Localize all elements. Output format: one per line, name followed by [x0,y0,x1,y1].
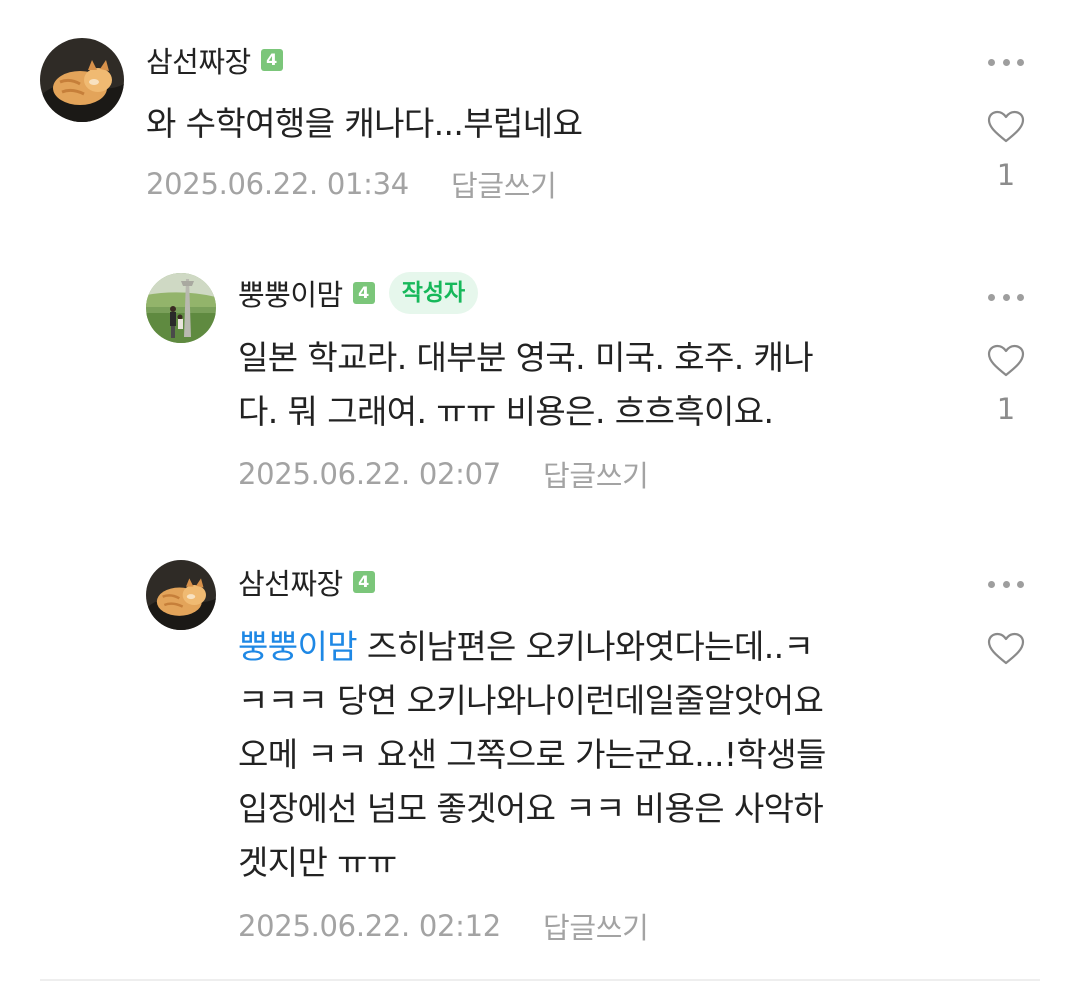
dot [988,58,995,66]
nickname[interactable]: 삼선짜장 [146,39,251,81]
comment-header: 삼선짜장 4 [146,40,283,80]
heart-outline-icon [987,632,1025,665]
author-badge: 작성자 [388,272,479,314]
comment-line: 뿡뿡이맘 즈히남편은 오키나와엿다는데..ㅋ [238,620,826,674]
comment-line: 와 수학여행을 캐나다...부럽네요 [146,104,583,143]
nickname[interactable]: 삼선짜장 [238,561,343,603]
comment-text: 와 수학여행을 캐나다...부럽네요 [146,97,583,151]
level-badge: 4 [260,49,283,71]
comment-line: 다. 뭐 그래여. ㅠㅠ 비용은. 흐흐흑이요. [238,392,774,431]
cat-avatar-image [40,38,124,122]
avatar[interactable] [146,560,216,630]
comment-date: 2025.06.22. 01:34 [146,167,409,201]
comment-meta: 2025.06.22. 02:12 답글쓰기 [238,905,649,947]
level-badge: 4 [352,282,375,304]
comment-line: 입장에선 넘모 좋겟어요 ㅋㅋ 비용은 사악하 [238,789,824,828]
dot [1002,293,1010,301]
like-count: 1 [996,158,1016,192]
comment-line: 일본 학교라. 대부분 영국. 미국. 호주. 캐나 [238,338,814,377]
reply-button[interactable]: 답글쓰기 [543,453,649,495]
comment-meta: 2025.06.22. 01:34 답글쓰기 [146,163,557,205]
dot [1017,293,1024,301]
cat-avatar-image [146,560,216,630]
like-button[interactable]: 1 [985,110,1027,192]
comment-line: ㅋㅋㅋ 당연 오키나와나이런데일줄알앗어요 [238,681,824,720]
mention-link[interactable]: 뿡뿡이맘 [238,627,358,666]
dot [988,580,995,588]
dot [1002,580,1010,588]
comment-text: 일본 학교라. 대부분 영국. 미국. 호주. 캐나 다. 뭐 그래여. ㅠㅠ … [238,331,814,439]
comment-date: 2025.06.22. 02:07 [238,457,501,491]
like-button[interactable]: 1 [985,344,1027,426]
comment-line: 오메 ㅋㅋ 요샌 그쪽으로 가는군요...!학생들 [238,735,826,774]
reply-button[interactable]: 답글쓰기 [451,163,557,205]
more-icon[interactable] [988,287,1024,307]
avatar[interactable] [146,273,216,343]
comment-line-rest: 즈히남편은 오키나와엿다는데..ㅋ [357,627,814,666]
comment-text: 뿡뿡이맘 즈히남편은 오키나와엿다는데..ㅋ ㅋㅋㅋ 당연 오키나와나이런데일줄… [238,620,826,890]
dot [1017,58,1024,66]
like-count: 1 [996,392,1016,426]
comment-header: 뿡뿡이맘 4 작성자 [238,272,479,314]
heart-outline-icon [987,110,1025,143]
more-icon[interactable] [988,52,1024,72]
comment-line: 겟지만 ㅠㅠ [238,843,397,882]
comment-header: 삼선짜장 4 [238,562,375,602]
more-icon[interactable] [988,574,1024,594]
level-badge: 4 [352,571,375,593]
reply-button[interactable]: 답글쓰기 [543,905,649,947]
heart-outline-icon [987,344,1025,377]
dot [988,293,995,301]
park-avatar-image [146,273,216,343]
dot [1017,580,1024,588]
comment-date: 2025.06.22. 02:12 [238,909,501,943]
comment-meta: 2025.06.22. 02:07 답글쓰기 [238,453,649,495]
like-button[interactable] [985,632,1027,666]
nickname[interactable]: 뿡뿡이맘 [238,272,343,314]
dot [1002,58,1010,66]
avatar[interactable] [40,38,124,122]
